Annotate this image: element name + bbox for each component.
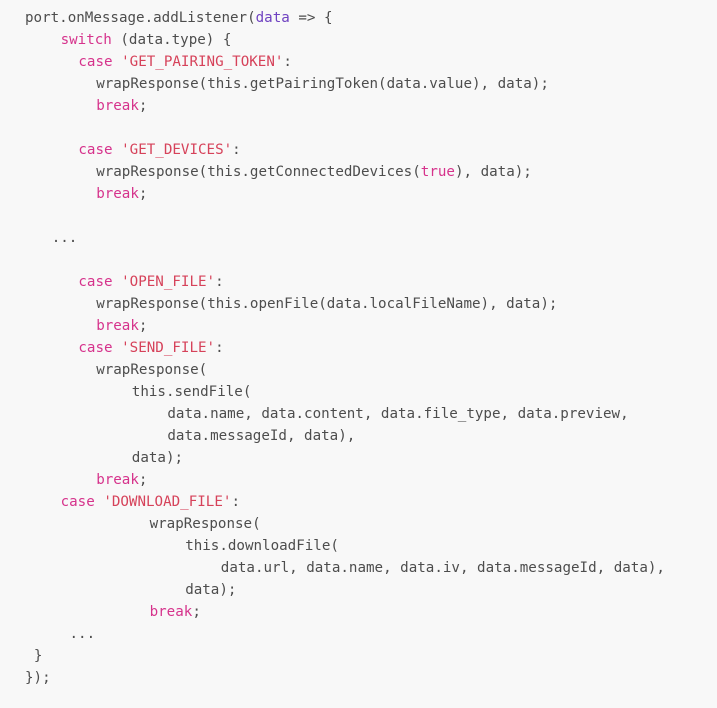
token-string: 'SEND_FILE'	[121, 340, 216, 356]
token-boolean: true	[420, 164, 455, 180]
token-plain: => {	[289, 10, 333, 26]
token-plain: });	[25, 670, 51, 686]
token-string: 'GET_DEVICES'	[121, 142, 233, 158]
code-line: data.messageId, data),	[0, 425, 717, 447]
token-plain: ;	[192, 604, 201, 620]
code-line: data);	[0, 579, 717, 601]
code-line: data.url, data.name, data.iv, data.messa…	[0, 557, 717, 579]
code-line: break;	[0, 601, 717, 623]
token-keyword: break	[96, 318, 139, 334]
token-plain: wrapResponse(	[149, 516, 261, 532]
token-string: 'DOWNLOAD_FILE'	[103, 494, 232, 510]
token-plain: ;	[138, 318, 148, 334]
token-plain: ;	[138, 186, 148, 202]
token-param: data	[255, 10, 290, 26]
token-plain: data);	[131, 450, 184, 466]
token-plain: port.onMessage.addListener(	[25, 10, 256, 26]
token-plain: :	[231, 494, 240, 510]
token-plain: wrapResponse(	[96, 362, 208, 378]
code-line: break;	[0, 315, 717, 337]
token-plain: this.sendFile(	[131, 384, 252, 400]
code-block: port.onMessage.addListener(data => {swit…	[0, 0, 717, 708]
token-string: 'OPEN_FILE'	[121, 274, 216, 290]
code-line: port.onMessage.addListener(data => {	[0, 7, 717, 29]
token-plain: :	[232, 142, 241, 158]
token-plain: this.downloadFile(	[185, 538, 339, 554]
code-line: this.sendFile(	[0, 381, 717, 403]
code-line: wrapResponse(this.getPairingToken(data.v…	[0, 73, 717, 95]
token-keyword: case	[78, 142, 113, 158]
token-plain: }	[33, 648, 43, 664]
token-keyword: case	[78, 274, 113, 290]
token-keyword: break	[96, 98, 139, 114]
code-line: data);	[0, 447, 717, 469]
code-line: case 'DOWNLOAD_FILE':	[0, 491, 717, 513]
code-line: wrapResponse(this.getConnectedDevices(tr…	[0, 161, 717, 183]
code-line: });	[0, 667, 717, 689]
code-line: break;	[0, 95, 717, 117]
token-plain: :	[215, 274, 224, 290]
token-plain: ;	[138, 472, 148, 488]
token-keyword: case	[78, 340, 113, 356]
token-plain: wrapResponse(this.openFile(data.localFil…	[96, 296, 558, 312]
code-line: case 'OPEN_FILE':	[0, 271, 717, 293]
token-plain: ;	[138, 98, 148, 114]
token-keyword: case	[60, 494, 95, 510]
code-line: case 'SEND_FILE':	[0, 337, 717, 359]
code-line: break;	[0, 469, 717, 491]
code-line: case 'GET_PAIRING_TOKEN':	[0, 51, 717, 73]
code-line: wrapResponse(	[0, 359, 717, 381]
token-string: 'GET_PAIRING_TOKEN'	[121, 54, 284, 70]
code-line: ...	[0, 227, 717, 249]
token-keyword: switch	[60, 32, 112, 48]
code-line: switch (data.type) {	[0, 29, 717, 51]
code-line: }	[0, 645, 717, 667]
code-line: wrapResponse(this.openFile(data.localFil…	[0, 293, 717, 315]
token-keyword: break	[96, 186, 139, 202]
code-line: wrapResponse(	[0, 513, 717, 535]
token-keyword: break	[96, 472, 139, 488]
token-plain: :	[283, 54, 292, 70]
code-line: break;	[0, 183, 717, 205]
token-plain: data.url, data.name, data.iv, data.messa…	[220, 560, 665, 576]
token-ellipsis: ...	[69, 626, 96, 642]
token-keyword: break	[149, 604, 193, 620]
code-line: data.name, data.content, data.file_type,…	[0, 403, 717, 425]
code-line: this.downloadFile(	[0, 535, 717, 557]
token-plain: :	[215, 340, 224, 356]
token-plain: (data.type) {	[111, 32, 232, 48]
token-plain: ), data);	[454, 164, 532, 180]
token-plain: data.name, data.content, data.file_type,…	[167, 406, 629, 422]
token-plain: wrapResponse(this.getConnectedDevices(	[96, 164, 421, 180]
token-ellipsis: ...	[51, 230, 78, 246]
token-plain: wrapResponse(this.getPairingToken(data.v…	[96, 76, 549, 92]
code-line: case 'GET_DEVICES':	[0, 139, 717, 161]
token-plain: data.messageId, data),	[167, 428, 356, 444]
code-line: ...	[0, 623, 717, 645]
token-plain: data);	[185, 582, 237, 598]
token-keyword: case	[78, 54, 113, 70]
